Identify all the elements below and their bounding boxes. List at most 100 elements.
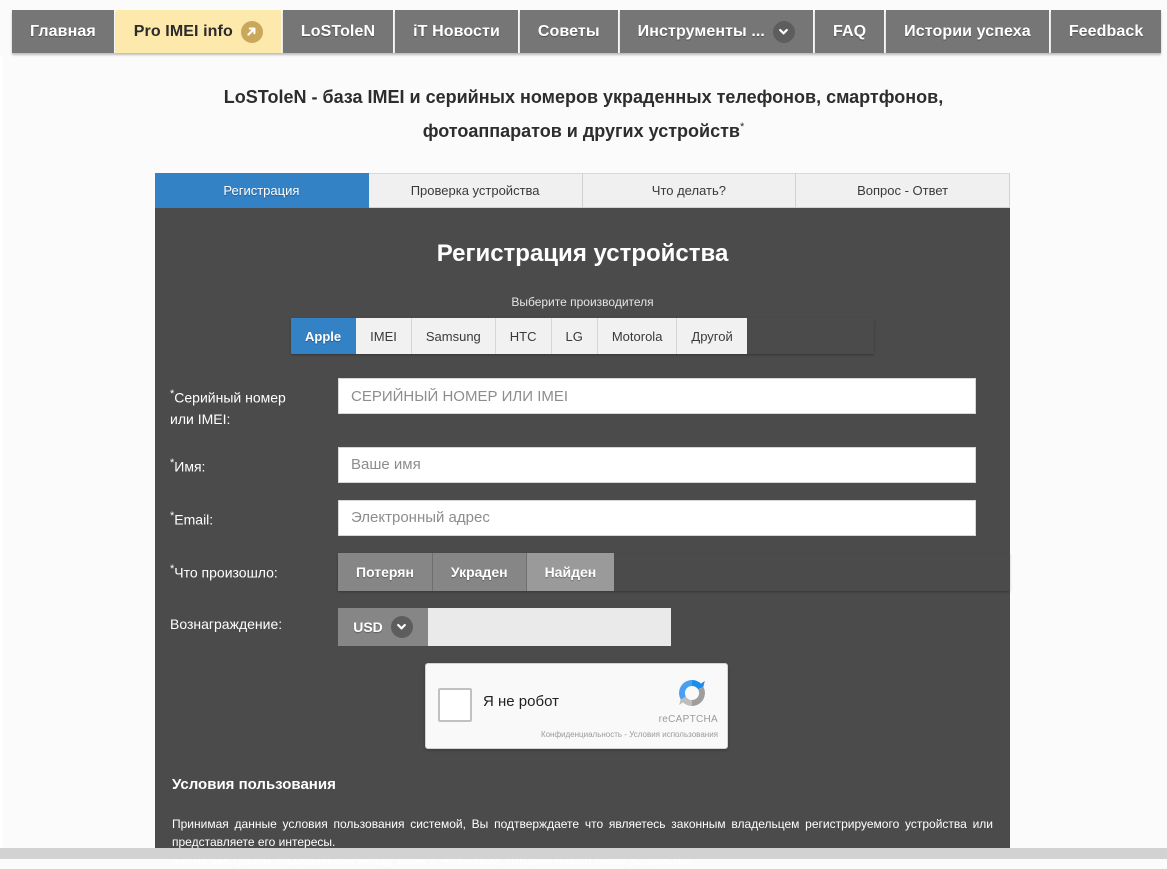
nav-item-faq[interactable]: FAQ: [814, 10, 887, 53]
status-label: *Что произошло:: [155, 553, 338, 584]
manufacturer-label-text: HTC: [509, 328, 537, 344]
email-label-text: Email:: [174, 511, 214, 528]
reward-control: USD: [338, 607, 1010, 646]
nav-item-feedback[interactable]: Feedback: [1050, 10, 1162, 53]
arrow-up-right-icon: [240, 20, 263, 43]
manufacturer-lg[interactable]: LG: [551, 318, 598, 354]
tab-label: Регистрация: [223, 183, 300, 198]
tab-label: Что делать?: [651, 183, 726, 198]
serial-label: *Серийный номер или IMEI:: [155, 378, 338, 430]
nav-item-label: Feedback: [1068, 22, 1144, 40]
recaptcha-brand: reCAPTCHA: [658, 713, 718, 725]
manufacturer-label-text: Motorola: [611, 328, 663, 344]
name-control: [338, 446, 1010, 483]
nav-item-glavnaya[interactable]: Главная: [12, 10, 116, 53]
top-navigation: Главная Pro IMEI info LoSToleN iT Новост…: [0, 0, 1167, 56]
form-row-reward: Вознаграждение: USD: [155, 607, 1010, 646]
nav-item-label: Истории успеха: [904, 22, 1031, 40]
nav-item-lostolen[interactable]: LoSToleN: [282, 10, 396, 53]
nav-item-label: LoSToleN: [300, 22, 376, 40]
bottom-band: [0, 848, 1167, 859]
form-row-status: *Что произошло: Потерян Украден Найден: [155, 552, 1010, 591]
reward-label-text: Вознаграждение:: [170, 615, 283, 632]
status-label-text: Что произошло:: [174, 564, 278, 581]
recaptcha-widget[interactable]: Я не робот reCAPTCHA Конфиденциальность …: [425, 662, 728, 749]
name-input[interactable]: [338, 446, 976, 483]
page-title-line1: LoSToleN - база IMEI и серийных номеров …: [223, 87, 944, 107]
name-label: *Имя:: [155, 447, 338, 478]
reward-label: Вознаграждение:: [155, 608, 338, 635]
currency-value: USD: [353, 618, 383, 635]
manufacturer-imei[interactable]: IMEI: [356, 318, 412, 354]
registration-form: *Серийный номер или IMEI: *Имя:: [155, 378, 1010, 749]
email-field[interactable]: [338, 499, 976, 536]
nav-item-label: Pro IMEI info: [133, 22, 233, 40]
status-option-label: Украден: [450, 563, 508, 580]
recaptcha-label: Я не робот: [483, 692, 559, 710]
serial-control: [338, 378, 1010, 414]
form-title: Регистрация устройства: [436, 240, 729, 267]
recaptcha-links[interactable]: Конфиденциальность - Условия использован…: [541, 730, 718, 739]
page-title-line2: фотоаппаратов и других устройств*: [0, 112, 1167, 146]
card-body: Регистрация устройства Выберите производ…: [155, 208, 1010, 869]
manufacturer-label-text: IMEI: [370, 328, 397, 344]
registration-card: Регистрация Проверка устройства Что дела…: [155, 173, 1010, 867]
nav-item-label: Инструменты ...: [637, 22, 765, 40]
serial-label-line1: Серийный номер: [174, 389, 286, 406]
status-control: Потерян Украден Найден: [338, 552, 1010, 591]
form-row-serial: *Серийный номер или IMEI:: [155, 378, 1010, 430]
serial-label-line2: или IMEI:: [170, 410, 231, 427]
chevron-down-icon: [772, 20, 795, 43]
reward-amount-input[interactable]: [428, 607, 671, 646]
status-option-label: Потерян: [356, 563, 414, 580]
nav-item-label: iT Новости: [413, 22, 500, 40]
manufacturer-label-text: LG: [565, 328, 583, 344]
name-label-text: Имя:: [174, 458, 206, 475]
status-option-found[interactable]: Найден: [526, 552, 615, 591]
terms-paragraph-1: Принимая данные условия пользования сист…: [172, 816, 993, 849]
email-control: [338, 499, 1010, 536]
status-option-label: Найден: [544, 563, 597, 580]
manufacturer-selector: Apple IMEI Samsung HTC LG Motorola Друго…: [291, 318, 874, 354]
status-segmented-control: Потерян Украден Найден: [338, 552, 1010, 591]
serial-input[interactable]: [338, 378, 976, 414]
card-tab-bar: Регистрация Проверка устройства Что дела…: [155, 173, 1010, 208]
page-title-line2-text: фотоаппаратов и других устройств: [422, 121, 740, 141]
form-row-recaptcha: Я не робот reCAPTCHA Конфиденциальность …: [155, 662, 1010, 749]
nav-item-instrumenty[interactable]: Инструменты ...: [619, 10, 815, 53]
nav-item-it-novosti[interactable]: iT Новости: [395, 10, 520, 53]
form-row-email: *Email:: [155, 499, 1010, 536]
manufacturer-motorola[interactable]: Motorola: [597, 318, 678, 354]
tab-label: Вопрос - Ответ: [857, 183, 949, 198]
nav-item-label: FAQ: [832, 22, 867, 40]
manufacturer-label: Выберите производителя: [511, 295, 654, 309]
manufacturer-label-text: Другой: [691, 328, 733, 344]
status-option-lost[interactable]: Потерян: [338, 552, 433, 591]
tab-label: Проверка устройства: [410, 183, 540, 198]
form-row-name: *Имя:: [155, 446, 1010, 483]
manufacturer-apple[interactable]: Apple: [291, 318, 357, 354]
nav-item-sovety[interactable]: Советы: [519, 10, 620, 53]
recaptcha-checkbox[interactable]: [438, 687, 472, 722]
recaptcha-logo-icon: [673, 674, 711, 712]
tab-registration[interactable]: Регистрация: [155, 173, 369, 208]
tab-device-check[interactable]: Проверка устройства: [368, 173, 583, 208]
manufacturer-other[interactable]: Другой: [677, 318, 747, 354]
chevron-down-icon: [390, 615, 413, 638]
manufacturer-samsung[interactable]: Samsung: [411, 318, 496, 354]
tab-what-to-do[interactable]: Что делать?: [582, 173, 797, 208]
terms-title: Условия пользования: [172, 775, 336, 793]
nav-item-label: Советы: [537, 22, 600, 40]
manufacturer-label-text: Samsung: [425, 328, 481, 344]
nav-item-pro-imei-info[interactable]: Pro IMEI info: [115, 10, 283, 53]
page-title: LoSToleN - база IMEI и серийных номеров …: [0, 82, 1167, 146]
nav-item-istorii-uspeha[interactable]: Истории успеха: [886, 10, 1051, 53]
page-title-asterisk: *: [739, 121, 745, 133]
status-option-stolen[interactable]: Украден: [432, 552, 527, 591]
left-edge-strip: [0, 56, 3, 859]
manufacturer-label-text: Apple: [305, 328, 342, 344]
currency-select[interactable]: USD: [338, 607, 428, 646]
email-label: *Email:: [155, 500, 338, 531]
manufacturer-htc[interactable]: HTC: [495, 318, 552, 354]
tab-qa[interactable]: Вопрос - Ответ: [796, 173, 1010, 208]
